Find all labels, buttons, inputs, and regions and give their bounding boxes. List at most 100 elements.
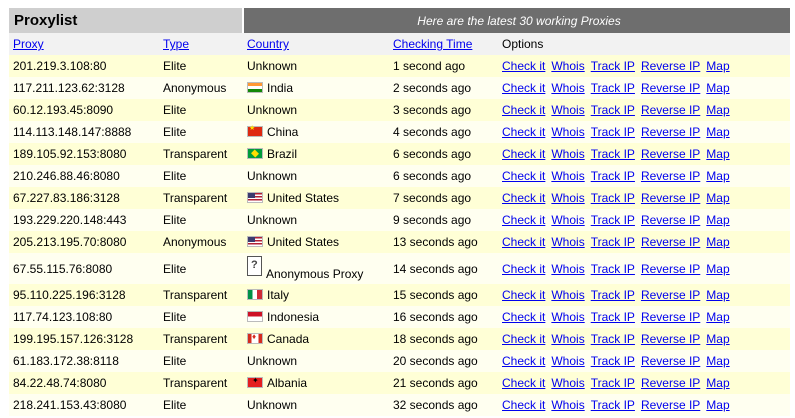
track-ip-link[interactable]: Track IP <box>591 332 635 346</box>
map-link[interactable]: Map <box>706 262 729 276</box>
check-it-link[interactable]: Check it <box>502 103 545 117</box>
options-cell: Check it Whois Track IP Reverse IP Map <box>498 77 790 99</box>
check-it-link[interactable]: Check it <box>502 288 545 302</box>
reverse-ip-link[interactable]: Reverse IP <box>641 59 700 73</box>
track-ip-link[interactable]: Track IP <box>591 235 635 249</box>
whois-link[interactable]: Whois <box>551 288 584 302</box>
whois-link[interactable]: Whois <box>551 125 584 139</box>
reverse-ip-link[interactable]: Reverse IP <box>641 310 700 324</box>
proxy-type-cell: Anonymous <box>163 235 227 249</box>
map-link[interactable]: Map <box>706 169 729 183</box>
check-it-link[interactable]: Check it <box>502 59 545 73</box>
map-link[interactable]: Map <box>706 125 729 139</box>
check-it-link[interactable]: Check it <box>502 235 545 249</box>
proxy-type-cell: Elite <box>163 354 187 368</box>
map-link[interactable]: Map <box>706 81 729 95</box>
track-ip-link[interactable]: Track IP <box>591 398 635 412</box>
whois-link[interactable]: Whois <box>551 169 584 183</box>
track-ip-link[interactable]: Track IP <box>591 262 635 276</box>
track-ip-link[interactable]: Track IP <box>591 213 635 227</box>
reverse-ip-link[interactable]: Reverse IP <box>641 103 700 117</box>
map-link[interactable]: Map <box>706 213 729 227</box>
track-ip-link[interactable]: Track IP <box>591 81 635 95</box>
country-name: Unknown <box>247 169 298 183</box>
whois-link[interactable]: Whois <box>551 376 584 390</box>
check-it-link[interactable]: Check it <box>502 310 545 324</box>
track-ip-link[interactable]: Track IP <box>591 310 635 324</box>
map-link[interactable]: Map <box>706 235 729 249</box>
proxy-address-cell: 210.246.88.46:8080 <box>13 169 120 183</box>
map-link[interactable]: Map <box>706 398 729 412</box>
whois-link[interactable]: Whois <box>551 191 584 205</box>
options-cell: Check it Whois Track IP Reverse IP Map <box>498 350 790 372</box>
reverse-ip-link[interactable]: Reverse IP <box>641 81 700 95</box>
track-ip-link[interactable]: Track IP <box>591 169 635 183</box>
whois-link[interactable]: Whois <box>551 332 584 346</box>
whois-link[interactable]: Whois <box>551 59 584 73</box>
check-it-link[interactable]: Check it <box>502 262 545 276</box>
map-link[interactable]: Map <box>706 103 729 117</box>
track-ip-link[interactable]: Track IP <box>591 191 635 205</box>
check-it-link[interactable]: Check it <box>502 376 545 390</box>
sort-by-type-link[interactable]: Type <box>163 37 189 51</box>
check-it-link[interactable]: Check it <box>502 81 545 95</box>
check-it-link[interactable]: Check it <box>502 398 545 412</box>
proxy-type-cell: Anonymous <box>163 81 227 95</box>
reverse-ip-link[interactable]: Reverse IP <box>641 213 700 227</box>
whois-link[interactable]: Whois <box>551 262 584 276</box>
track-ip-link[interactable]: Track IP <box>591 147 635 161</box>
map-link[interactable]: Map <box>706 354 729 368</box>
china-flag-icon <box>247 124 263 137</box>
us-flag-icon <box>247 192 263 203</box>
reverse-ip-link[interactable]: Reverse IP <box>641 125 700 139</box>
country-name: Italy <box>267 288 290 302</box>
map-link[interactable]: Map <box>706 59 729 73</box>
whois-link[interactable]: Whois <box>551 81 584 95</box>
whois-link[interactable]: Whois <box>551 103 584 117</box>
track-ip-link[interactable]: Track IP <box>591 354 635 368</box>
latest-proxies-banner: Here are the latest 30 working Proxies <box>243 8 791 33</box>
sort-by-country-link[interactable]: Country <box>247 37 289 51</box>
check-it-link[interactable]: Check it <box>502 169 545 183</box>
reverse-ip-link[interactable]: Reverse IP <box>641 376 700 390</box>
track-ip-link[interactable]: Track IP <box>591 376 635 390</box>
map-link[interactable]: Map <box>706 147 729 161</box>
reverse-ip-link[interactable]: Reverse IP <box>641 398 700 412</box>
reverse-ip-link[interactable]: Reverse IP <box>641 169 700 183</box>
check-it-link[interactable]: Check it <box>502 354 545 368</box>
proxy-type-cell: Elite <box>163 261 187 276</box>
check-it-link[interactable]: Check it <box>502 191 545 205</box>
track-ip-link[interactable]: Track IP <box>591 103 635 117</box>
whois-link[interactable]: Whois <box>551 213 584 227</box>
reverse-ip-link[interactable]: Reverse IP <box>641 354 700 368</box>
track-ip-link[interactable]: Track IP <box>591 288 635 302</box>
reverse-ip-link[interactable]: Reverse IP <box>641 262 700 276</box>
reverse-ip-link[interactable]: Reverse IP <box>641 235 700 249</box>
reverse-ip-link[interactable]: Reverse IP <box>641 191 700 205</box>
whois-link[interactable]: Whois <box>551 310 584 324</box>
country-name: Unknown <box>247 354 298 368</box>
whois-link[interactable]: Whois <box>551 398 584 412</box>
options-cell: Check it Whois Track IP Reverse IP Map <box>498 253 790 284</box>
whois-link[interactable]: Whois <box>551 147 584 161</box>
country-name: United States <box>267 235 340 249</box>
sort-by-checking-time-link[interactable]: Checking Time <box>393 37 472 51</box>
map-link[interactable]: Map <box>706 288 729 302</box>
check-it-link[interactable]: Check it <box>502 213 545 227</box>
reverse-ip-link[interactable]: Reverse IP <box>641 332 700 346</box>
whois-link[interactable]: Whois <box>551 235 584 249</box>
check-it-link[interactable]: Check it <box>502 332 545 346</box>
track-ip-link[interactable]: Track IP <box>591 59 635 73</box>
map-link[interactable]: Map <box>706 376 729 390</box>
reverse-ip-link[interactable]: Reverse IP <box>641 147 700 161</box>
check-it-link[interactable]: Check it <box>502 147 545 161</box>
reverse-ip-link[interactable]: Reverse IP <box>641 288 700 302</box>
map-link[interactable]: Map <box>706 310 729 324</box>
sort-by-proxy-link[interactable]: Proxy <box>13 37 44 51</box>
country-name: Indonesia <box>267 310 320 324</box>
check-it-link[interactable]: Check it <box>502 125 545 139</box>
map-link[interactable]: Map <box>706 332 729 346</box>
whois-link[interactable]: Whois <box>551 354 584 368</box>
map-link[interactable]: Map <box>706 191 729 205</box>
track-ip-link[interactable]: Track IP <box>591 125 635 139</box>
